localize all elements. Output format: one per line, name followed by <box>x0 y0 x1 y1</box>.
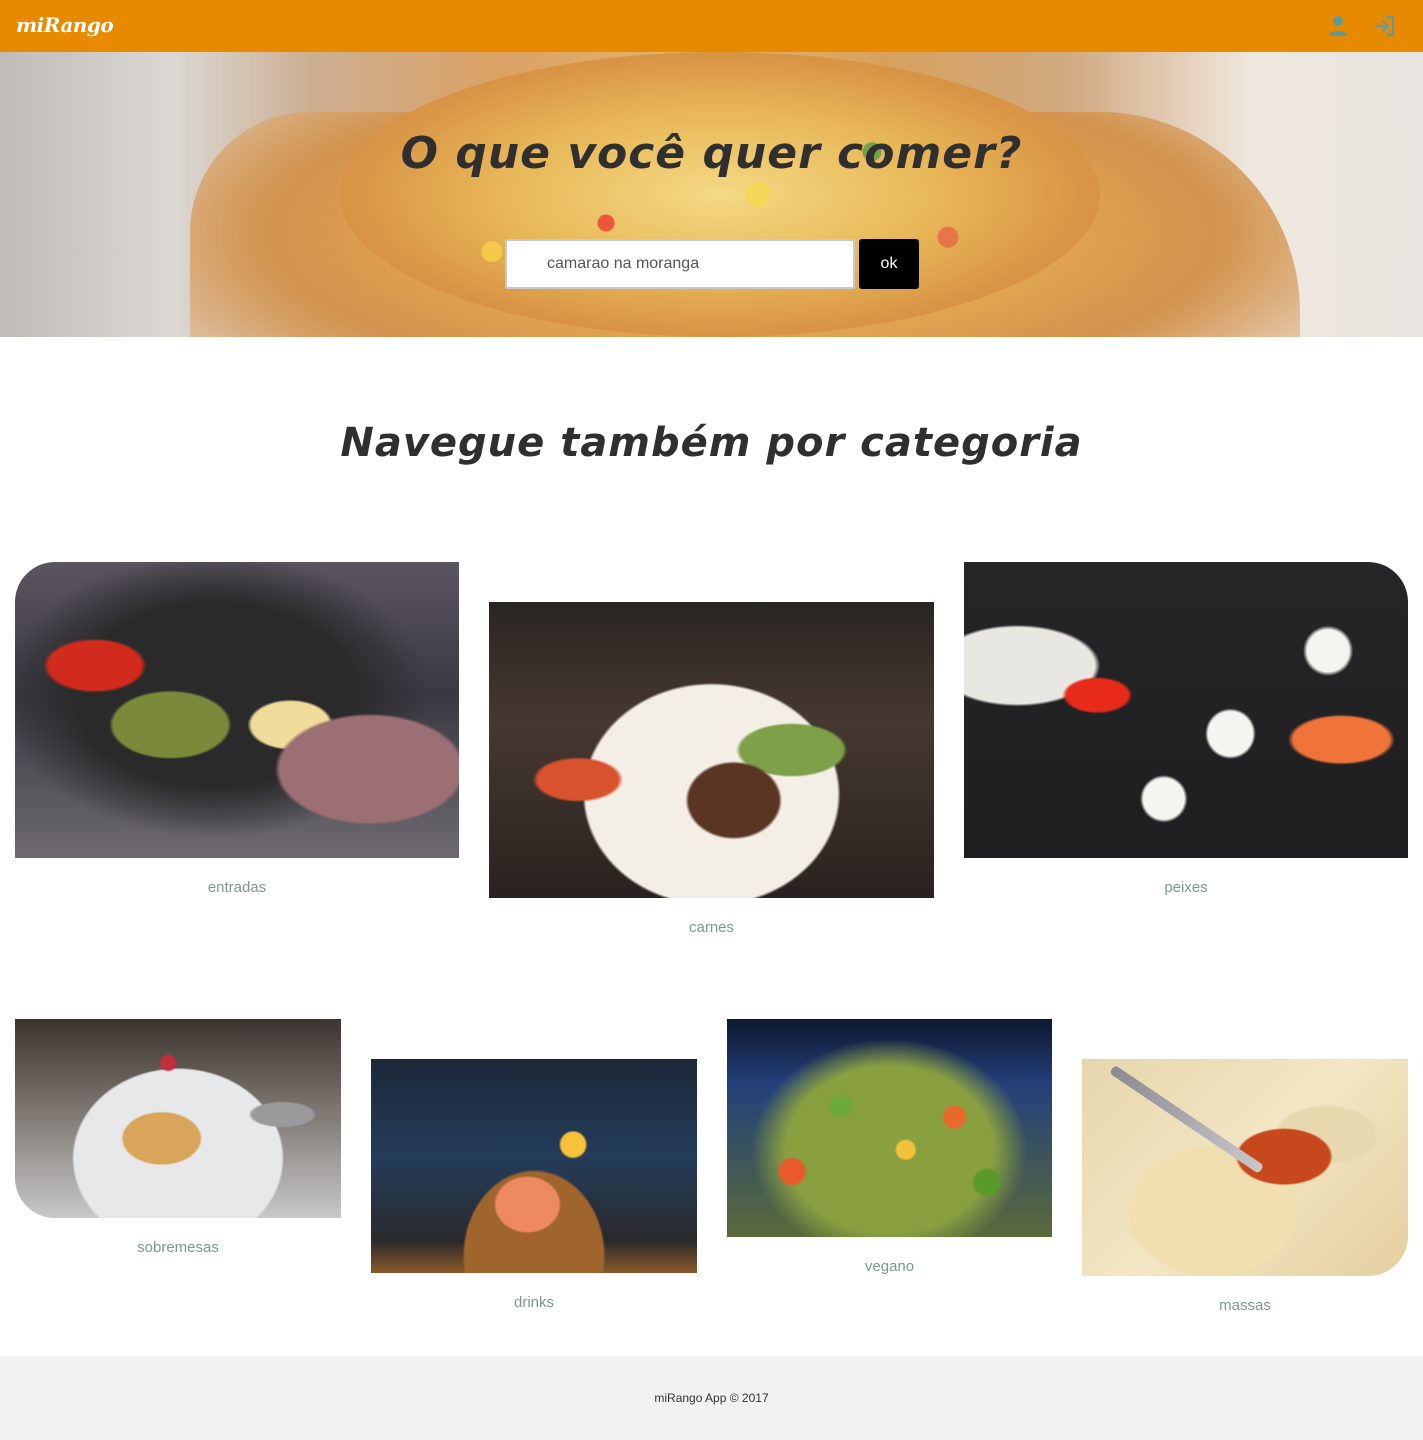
category-image-carnes[interactable] <box>489 602 934 898</box>
categories-title: Navegue também por categoria <box>340 420 1083 466</box>
category-card-carnes[interactable]: carnes <box>489 602 934 942</box>
footer: miRango App © 2017 <box>0 1356 1423 1440</box>
category-image-drinks[interactable] <box>371 1059 697 1273</box>
category-card-peixes[interactable]: peixes <box>964 562 1408 902</box>
category-label-sobremesas[interactable]: sobremesas <box>15 1239 341 1256</box>
category-image-peixes[interactable] <box>964 562 1408 858</box>
category-card-sobremesas[interactable]: sobremesas <box>15 1019 341 1269</box>
category-card-vegano[interactable]: vegano <box>727 1019 1052 1289</box>
category-card-drinks[interactable]: drinks <box>371 1059 697 1319</box>
category-card-entradas[interactable]: entradas <box>15 562 459 902</box>
footer-copyright: miRango App © 2017 <box>654 1391 769 1405</box>
category-label-massas[interactable]: massas <box>1082 1297 1408 1314</box>
hero-title: O que você quer comer? <box>400 128 1023 179</box>
category-label-entradas[interactable]: entradas <box>15 879 459 896</box>
category-label-peixes[interactable]: peixes <box>964 879 1408 896</box>
search-ok-button[interactable]: ok <box>859 239 919 289</box>
navbar: miRango <box>0 0 1423 52</box>
brand-logo[interactable]: miRango <box>16 13 114 37</box>
category-label-drinks[interactable]: drinks <box>371 1294 697 1311</box>
search-input[interactable] <box>505 239 855 289</box>
category-image-entradas[interactable] <box>15 562 459 858</box>
category-image-massas[interactable] <box>1082 1059 1408 1276</box>
category-image-sobremesas[interactable] <box>15 1019 341 1218</box>
category-label-carnes[interactable]: carnes <box>489 919 934 936</box>
category-label-vegano[interactable]: vegano <box>727 1258 1052 1275</box>
category-card-massas[interactable]: massas <box>1082 1059 1408 1329</box>
category-image-vegano[interactable] <box>727 1019 1052 1237</box>
fork-icon <box>1109 1064 1265 1174</box>
user-icon[interactable] <box>1326 14 1350 38</box>
login-icon[interactable] <box>1373 14 1397 38</box>
hero-banner: O que você quer comer? ok <box>0 52 1423 337</box>
